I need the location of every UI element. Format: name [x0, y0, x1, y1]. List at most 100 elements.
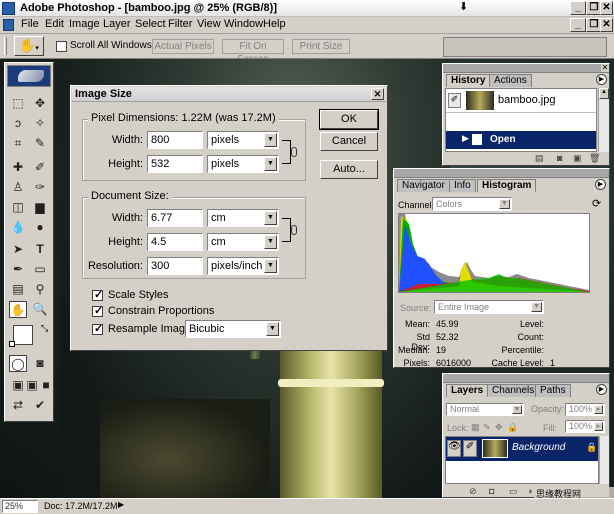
doc-close-button[interactable]: ✕ [600, 18, 613, 32]
actual-pixels-button[interactable]: Actual Pixels [152, 39, 214, 54]
tab-layers[interactable]: Layers [446, 384, 489, 397]
new-snapshot-icon[interactable]: ◙ [557, 153, 562, 163]
lock-all-icon[interactable]: 🔒 [507, 422, 518, 433]
scale-styles-checkbox[interactable] [92, 288, 103, 301]
layers-scrollbar[interactable] [599, 436, 609, 484]
fit-on-screen-button[interactable]: Fit On Screen [222, 39, 284, 65]
pixel-height-input[interactable]: 532 [147, 155, 203, 173]
gradient-tool-icon[interactable]: ▆ [31, 199, 49, 216]
imageready-icon[interactable]: ✔ [31, 397, 49, 414]
dialog-close-button[interactable]: ✕ [371, 88, 384, 100]
magic-wand-tool-icon[interactable]: ✧ [31, 115, 49, 132]
auto-button[interactable]: Auto... [320, 160, 378, 179]
panel-title-bar[interactable] [443, 374, 609, 383]
tab-actions[interactable]: Actions [489, 74, 532, 87]
adobe-online-icon[interactable] [7, 65, 51, 87]
lock-transparency-icon[interactable]: ▦ [471, 422, 480, 433]
doc-width-unit-select[interactable]: cm ▼ [207, 209, 279, 227]
channel-select[interactable]: Colors ▼ [432, 197, 512, 211]
pixel-width-input[interactable]: 800 [147, 131, 203, 149]
resolution-unit-select[interactable]: pixels/inch ▼ [207, 257, 279, 275]
swap-colors-icon[interactable]: ⤡ [41, 323, 48, 334]
new-document-icon[interactable]: ▤ [535, 153, 544, 164]
crop-tool-icon[interactable]: ⌗ [9, 135, 27, 152]
doc-height-unit-select[interactable]: cm ▼ [207, 233, 279, 251]
menu-file[interactable]: File [18, 18, 42, 30]
zoom-tool-icon[interactable]: 🔍 [31, 301, 49, 318]
doc-minimize-button[interactable]: _ [570, 18, 586, 32]
menu-view[interactable]: View [194, 18, 224, 30]
shape-tool-icon[interactable]: ▭ [31, 261, 49, 278]
jump-to-imageready-icon[interactable]: ⇄ [9, 397, 27, 414]
history-snapshot-row[interactable]: ✐ bamboo.jpg [446, 89, 596, 113]
pixel-width-unit-select[interactable]: pixels ▼ [207, 131, 279, 149]
minimize-button[interactable]: _ [570, 1, 586, 15]
lasso-tool-icon[interactable]: ↄ [9, 115, 27, 132]
lock-image-icon[interactable]: ✎ [483, 422, 491, 433]
panel-menu-icon[interactable]: ▶ [596, 74, 607, 85]
menu-help[interactable]: Help [260, 18, 289, 30]
history-scrollbar[interactable]: ▲ [598, 88, 609, 152]
zoom-field[interactable]: 25% [2, 500, 38, 513]
tab-navigator[interactable]: Navigator [397, 179, 450, 192]
type-tool-icon[interactable]: T [31, 241, 49, 258]
layer-row-background[interactable]: 👁 ✐ Background 🔒 [446, 437, 598, 461]
history-brush-source-icon[interactable]: ✐ [448, 93, 461, 108]
adjustment-layer-icon[interactable]: ◑ [527, 486, 532, 496]
brush-tool-icon[interactable]: ✐ [31, 159, 49, 176]
menu-image[interactable]: Image [66, 18, 103, 30]
resample-image-checkbox[interactable] [92, 322, 103, 335]
healing-brush-tool-icon[interactable]: ✚ [9, 159, 27, 176]
doc-height-input[interactable]: 4.5 [147, 233, 203, 251]
layer-style-icon[interactable]: ⊘ [469, 486, 477, 497]
scroll-all-windows-checkbox[interactable] [56, 41, 67, 52]
pixel-height-unit-select[interactable]: pixels ▼ [207, 155, 279, 173]
lock-position-icon[interactable]: ✥ [495, 422, 503, 433]
layer-mask-icon[interactable]: ◘ [489, 486, 494, 496]
menu-select[interactable]: Select [132, 18, 169, 30]
blend-mode-select[interactable]: Normal ▼ [446, 403, 524, 416]
history-brush-tool-icon[interactable]: ✑ [31, 179, 49, 196]
refresh-icon[interactable]: ⟳ [592, 197, 601, 210]
dodge-tool-icon[interactable]: ● [31, 219, 49, 236]
eyedropper-tool-icon[interactable]: ⚲ [31, 281, 49, 298]
tab-info[interactable]: Info [449, 179, 476, 192]
eye-icon[interactable]: 👁 [447, 440, 461, 457]
fill-field[interactable]: 100% ▸ [565, 420, 605, 433]
marquee-tool-icon[interactable]: ⬚ [9, 95, 27, 112]
new-history-icon[interactable]: ▣ [573, 153, 582, 164]
print-size-button[interactable]: Print Size [292, 39, 350, 54]
move-tool-icon[interactable]: ✥ [31, 95, 49, 112]
full-screen-mode-icon[interactable]: ■ [37, 377, 55, 394]
pen-tool-icon[interactable]: ✒ [9, 261, 27, 278]
default-colors-icon[interactable] [9, 341, 15, 347]
source-select[interactable]: Entire Image ▼ [434, 300, 544, 314]
path-selection-tool-icon[interactable]: ➤ [9, 241, 27, 258]
resolution-input[interactable]: 300 [147, 257, 203, 275]
panel-close-icon[interactable]: ✕ [601, 64, 609, 72]
tab-paths[interactable]: Paths [535, 384, 571, 397]
history-step-row[interactable]: ▶ Open [446, 131, 596, 149]
panel-title-bar[interactable] [394, 169, 609, 178]
cancel-button[interactable]: Cancel [320, 132, 378, 151]
hand-tool-icon[interactable]: ✋ [9, 301, 27, 318]
close-button[interactable]: ✕ [600, 1, 613, 15]
panel-menu-icon[interactable]: ▶ [596, 384, 607, 395]
brush-icon[interactable]: ✐ [463, 440, 477, 457]
trash-icon[interactable]: 🗑 [589, 153, 600, 164]
status-menu-icon[interactable]: ▶ [118, 500, 124, 509]
tab-channels[interactable]: Channels [487, 384, 540, 397]
panel-menu-icon[interactable]: ▶ [595, 179, 606, 190]
eraser-tool-icon[interactable]: ◫ [9, 199, 27, 216]
doc-width-input[interactable]: 6.77 [147, 209, 203, 227]
blur-tool-icon[interactable]: 💧 [9, 219, 27, 236]
opacity-field[interactable]: 100% ▸ [565, 403, 605, 416]
menu-layer[interactable]: Layer [100, 18, 134, 30]
ok-button[interactable]: OK [319, 109, 379, 130]
panel-title-bar[interactable] [443, 64, 609, 73]
resample-method-select[interactable]: Bicubic ▼ [185, 320, 281, 338]
menu-filter[interactable]: Filter [165, 18, 195, 30]
notes-tool-icon[interactable]: ▤ [9, 281, 27, 298]
hand-tool-preset-button[interactable]: ✋▾ [14, 36, 44, 56]
standard-mode-icon[interactable]: ◯ [9, 355, 27, 372]
